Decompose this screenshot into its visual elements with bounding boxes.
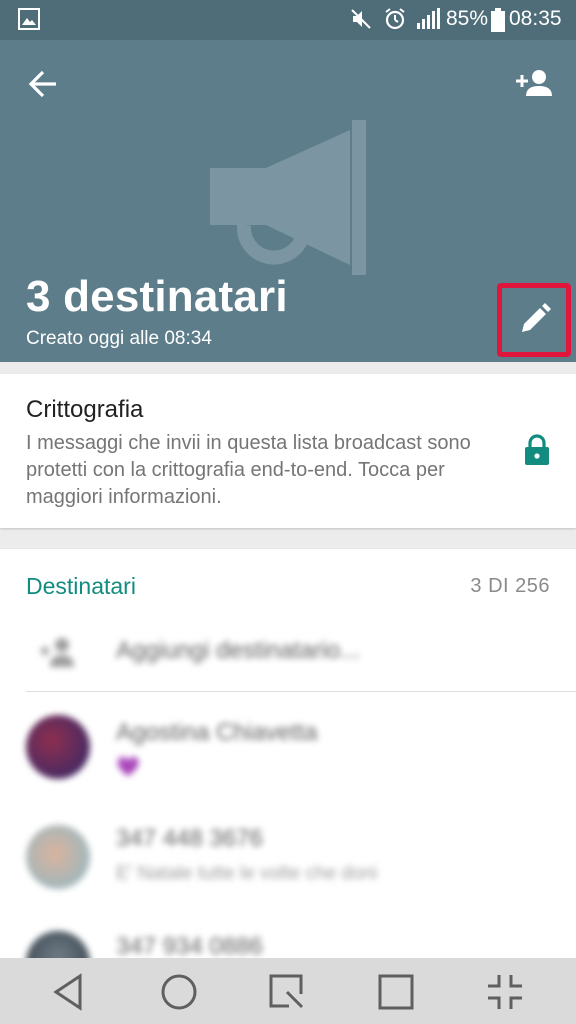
avatar <box>26 825 90 889</box>
signal-icon <box>417 8 440 29</box>
pencil-icon <box>522 303 551 332</box>
battery-icon <box>491 8 505 32</box>
encryption-title: Crittografia <box>26 396 144 423</box>
nav-home-button[interactable] <box>155 968 203 1016</box>
add-participant-button[interactable] <box>512 62 558 108</box>
recipient-row[interactable]: Agostina Chiavetta 💜 <box>0 705 576 805</box>
edit-name-button[interactable] <box>497 283 571 357</box>
broadcast-megaphone-icon <box>210 120 366 275</box>
created-date: Creato oggi alle 08:34 <box>26 328 212 349</box>
avatar <box>26 715 90 779</box>
nav-home-icon <box>161 974 197 1010</box>
back-button[interactable] <box>22 62 66 106</box>
divider <box>460 691 576 692</box>
recipients-heading: Destinatari <box>26 573 136 599</box>
nav-quickmemo-button[interactable] <box>263 968 311 1016</box>
nav-back-icon <box>53 973 82 1011</box>
nav-recents-button[interactable] <box>372 968 420 1016</box>
encryption-info-card[interactable]: Crittografia I messaggi che invii in que… <box>0 374 576 528</box>
mute-icon <box>351 9 371 29</box>
divider <box>26 691 460 692</box>
lock-icon <box>525 434 549 465</box>
back-arrow-icon <box>28 70 56 98</box>
navigation-bar <box>0 958 576 1024</box>
add-recipient-icon <box>40 638 74 667</box>
gallery-icon <box>18 8 40 30</box>
add-recipient-label: Aggiungi destinatario... <box>116 637 361 664</box>
add-person-icon <box>516 70 552 96</box>
recipient-status: 💜 <box>116 757 140 778</box>
recipient-name: Agostina Chiavetta <box>116 719 318 746</box>
recipient-name: 347 934 0886 <box>116 933 263 960</box>
nav-minimize-icon <box>488 975 522 1009</box>
nav-recents-icon <box>378 974 414 1010</box>
add-recipient-row[interactable]: Aggiungi destinatario... <box>0 617 576 691</box>
battery-percent: 85% <box>446 7 489 30</box>
nav-back-button[interactable] <box>46 968 94 1016</box>
recipient-name: 347 448 3676 <box>116 825 263 852</box>
alarm-icon <box>385 8 405 30</box>
recipient-status: E' Natale tutte le volte che doni <box>116 863 378 884</box>
recipients-card: Destinatari 3 DI 256 Aggiungi destinatar… <box>0 549 576 969</box>
recipients-count: 3 DI 256 <box>470 575 550 597</box>
recipient-row[interactable]: 347 448 3676 E' Natale tutte le volte ch… <box>0 811 576 911</box>
nav-quickmemo-icon <box>269 974 304 1009</box>
broadcast-header: 3 destinatari Creato oggi alle 08:34 <box>0 40 576 362</box>
list-title: 3 destinatari <box>26 272 288 321</box>
clock: 08:35 <box>509 7 562 30</box>
nav-minimize-button[interactable] <box>481 968 529 1016</box>
status-bar: 85% 08:35 <box>0 0 576 40</box>
encryption-description: I messaggi che invii in questa lista bro… <box>26 432 471 508</box>
